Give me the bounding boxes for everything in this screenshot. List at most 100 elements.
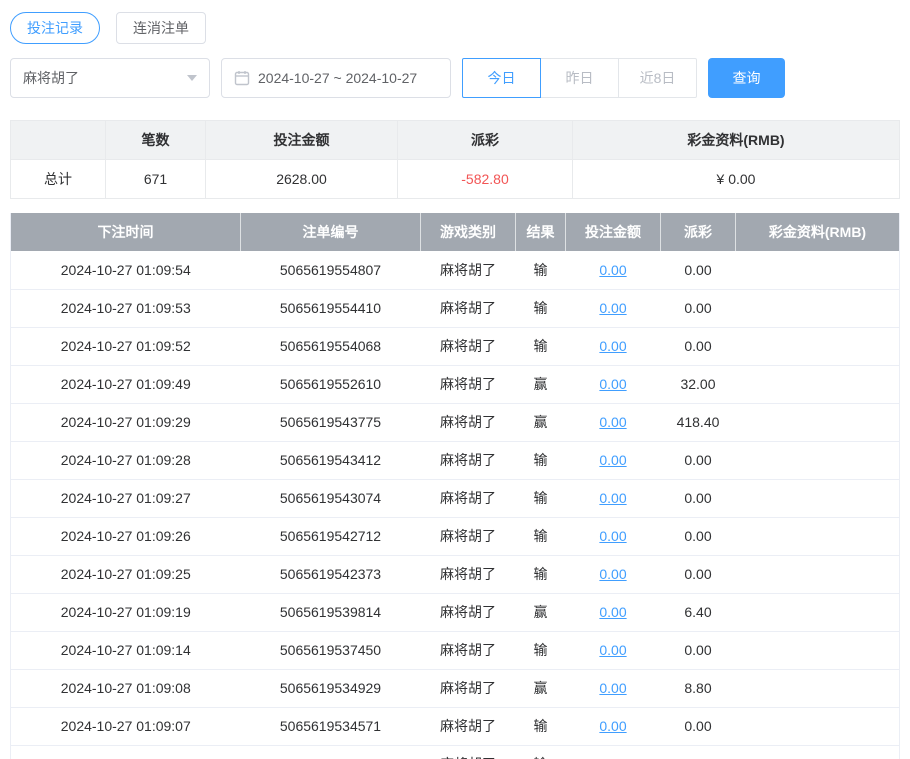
cell-bet-time: 2024-10-27 01:09:27: [11, 479, 241, 517]
cell-payout: 0.00: [661, 479, 736, 517]
cell-game-type: 麻将胡了: [421, 289, 516, 327]
cell-jackpot: [736, 555, 900, 593]
col-header-result: 结果: [516, 213, 566, 251]
summary-table: 笔数 投注金额 派彩 彩金资料(RMB) 总计 671 2628.00 -582…: [10, 120, 900, 199]
bet-amount-link[interactable]: 0.00: [599, 376, 626, 392]
cell-bet-amount: 0.00: [566, 707, 661, 745]
cell-game-type: 麻将胡了: [421, 479, 516, 517]
date-range-value: 2024-10-27 ~ 2024-10-27: [258, 70, 417, 86]
cell-jackpot: [736, 289, 900, 327]
summary-header-row: 笔数 投注金额 派彩 彩金资料(RMB): [11, 121, 900, 160]
bet-amount-link[interactable]: 0.00: [599, 490, 626, 506]
table-row: 2024-10-27 01:09:275065619543074麻将胡了输0.0…: [11, 479, 900, 517]
cell-jackpot: [736, 251, 900, 289]
bet-amount-link[interactable]: 0.00: [599, 338, 626, 354]
cell-bet-time: 2024-10-27 01:09:19: [11, 593, 241, 631]
table-row: 2024-10-27 01:09:145065619537450麻将胡了输0.0…: [11, 631, 900, 669]
game-select[interactable]: 麻将胡了: [10, 58, 210, 98]
cell-payout: 0.00: [661, 441, 736, 479]
cell-bet-amount: 0.00: [566, 251, 661, 289]
cell-order-number: 5065619552610: [241, 365, 421, 403]
summary-total-row: 总计 671 2628.00 -582.80 ¥ 0.00: [11, 160, 900, 199]
cell-payout: 0.00: [661, 555, 736, 593]
cell-bet-amount: 0.00: [566, 403, 661, 441]
cell-order-number: 5065619534929: [241, 669, 421, 707]
cell-result: 赢: [516, 365, 566, 403]
cell-bet-time: 2024-10-27 01:09:28: [11, 441, 241, 479]
table-row: 2024-10-27 01:09:065065619534184麻将胡了输0.0…: [11, 745, 900, 759]
cell-payout: 0.00: [661, 707, 736, 745]
cell-result: 输: [516, 555, 566, 593]
table-row: 2024-10-27 01:09:545065619554807麻将胡了输0.0…: [11, 251, 900, 289]
summary-total-jackpot: ¥ 0.00: [573, 160, 900, 199]
cell-order-number: 5065619534571: [241, 707, 421, 745]
bet-amount-link[interactable]: 0.00: [599, 528, 626, 544]
summary-total-payout: -582.80: [398, 160, 573, 199]
cell-jackpot: [736, 707, 900, 745]
bet-amount-link[interactable]: 0.00: [599, 300, 626, 316]
cell-result: 输: [516, 745, 566, 759]
tab-betting-records[interactable]: 投注记录: [10, 12, 100, 44]
cell-game-type: 麻将胡了: [421, 555, 516, 593]
cell-order-number: 5065619542712: [241, 517, 421, 555]
cell-payout: 0.00: [661, 745, 736, 759]
cell-bet-time: 2024-10-27 01:09:14: [11, 631, 241, 669]
search-button[interactable]: 查询: [708, 58, 785, 98]
cell-order-number: 5065619554807: [241, 251, 421, 289]
cell-bet-amount: 0.00: [566, 441, 661, 479]
bet-amount-link[interactable]: 0.00: [599, 566, 626, 582]
table-row: 2024-10-27 01:09:535065619554410麻将胡了输0.0…: [11, 289, 900, 327]
cell-bet-time: 2024-10-27 01:09:06: [11, 745, 241, 759]
cell-bet-amount: 0.00: [566, 327, 661, 365]
table-row: 2024-10-27 01:09:075065619534571麻将胡了输0.0…: [11, 707, 900, 745]
col-header-game-type: 游戏类别: [421, 213, 516, 251]
quick-btn-today[interactable]: 今日: [462, 58, 541, 98]
cell-bet-amount: 0.00: [566, 745, 661, 759]
cell-game-type: 麻将胡了: [421, 669, 516, 707]
cell-jackpot: [736, 745, 900, 759]
cell-result: 输: [516, 479, 566, 517]
cell-game-type: 麻将胡了: [421, 745, 516, 759]
summary-header-payout: 派彩: [398, 121, 573, 160]
tab-cancelled-orders[interactable]: 连消注单: [116, 12, 206, 44]
summary-header-count: 笔数: [106, 121, 206, 160]
bet-amount-link[interactable]: 0.00: [599, 604, 626, 620]
cell-payout: 418.40: [661, 403, 736, 441]
quick-btn-last8days[interactable]: 近8日: [618, 58, 697, 98]
cell-bet-amount: 0.00: [566, 593, 661, 631]
quick-btn-yesterday[interactable]: 昨日: [540, 58, 619, 98]
col-header-order-number: 注单编号: [241, 213, 421, 251]
records-table-body: 2024-10-27 01:09:545065619554807麻将胡了输0.0…: [11, 251, 900, 759]
cell-order-number: 5065619543775: [241, 403, 421, 441]
cell-bet-time: 2024-10-27 01:09:29: [11, 403, 241, 441]
cell-bet-time: 2024-10-27 01:09:25: [11, 555, 241, 593]
cell-bet-time: 2024-10-27 01:09:26: [11, 517, 241, 555]
cell-game-type: 麻将胡了: [421, 593, 516, 631]
cell-result: 赢: [516, 403, 566, 441]
cell-jackpot: [736, 593, 900, 631]
top-tabs: 投注记录 连消注单: [10, 12, 900, 44]
cell-payout: 6.40: [661, 593, 736, 631]
filter-bar: 麻将胡了 2024-10-27 ~ 2024-10-27 今日 昨日 近8日 查…: [10, 58, 900, 98]
cell-payout: 0.00: [661, 517, 736, 555]
cell-order-number: 5065619554068: [241, 327, 421, 365]
cell-bet-amount: 0.00: [566, 669, 661, 707]
bet-amount-link[interactable]: 0.00: [599, 452, 626, 468]
cell-bet-time: 2024-10-27 01:09:52: [11, 327, 241, 365]
cell-order-number: 5065619534184: [241, 745, 421, 759]
summary-total-count: 671: [106, 160, 206, 199]
cell-bet-amount: 0.00: [566, 479, 661, 517]
bet-amount-link[interactable]: 0.00: [599, 718, 626, 734]
cell-bet-amount: 0.00: [566, 517, 661, 555]
date-range-picker[interactable]: 2024-10-27 ~ 2024-10-27: [221, 58, 451, 98]
bet-amount-link[interactable]: 0.00: [599, 262, 626, 278]
cell-result: 输: [516, 441, 566, 479]
bet-amount-link[interactable]: 0.00: [599, 642, 626, 658]
bet-amount-link[interactable]: 0.00: [599, 680, 626, 696]
col-header-bet-amount: 投注金额: [566, 213, 661, 251]
cell-result: 赢: [516, 669, 566, 707]
cell-jackpot: [736, 365, 900, 403]
cell-jackpot: [736, 631, 900, 669]
bet-amount-link[interactable]: 0.00: [599, 414, 626, 430]
cell-order-number: 5065619537450: [241, 631, 421, 669]
